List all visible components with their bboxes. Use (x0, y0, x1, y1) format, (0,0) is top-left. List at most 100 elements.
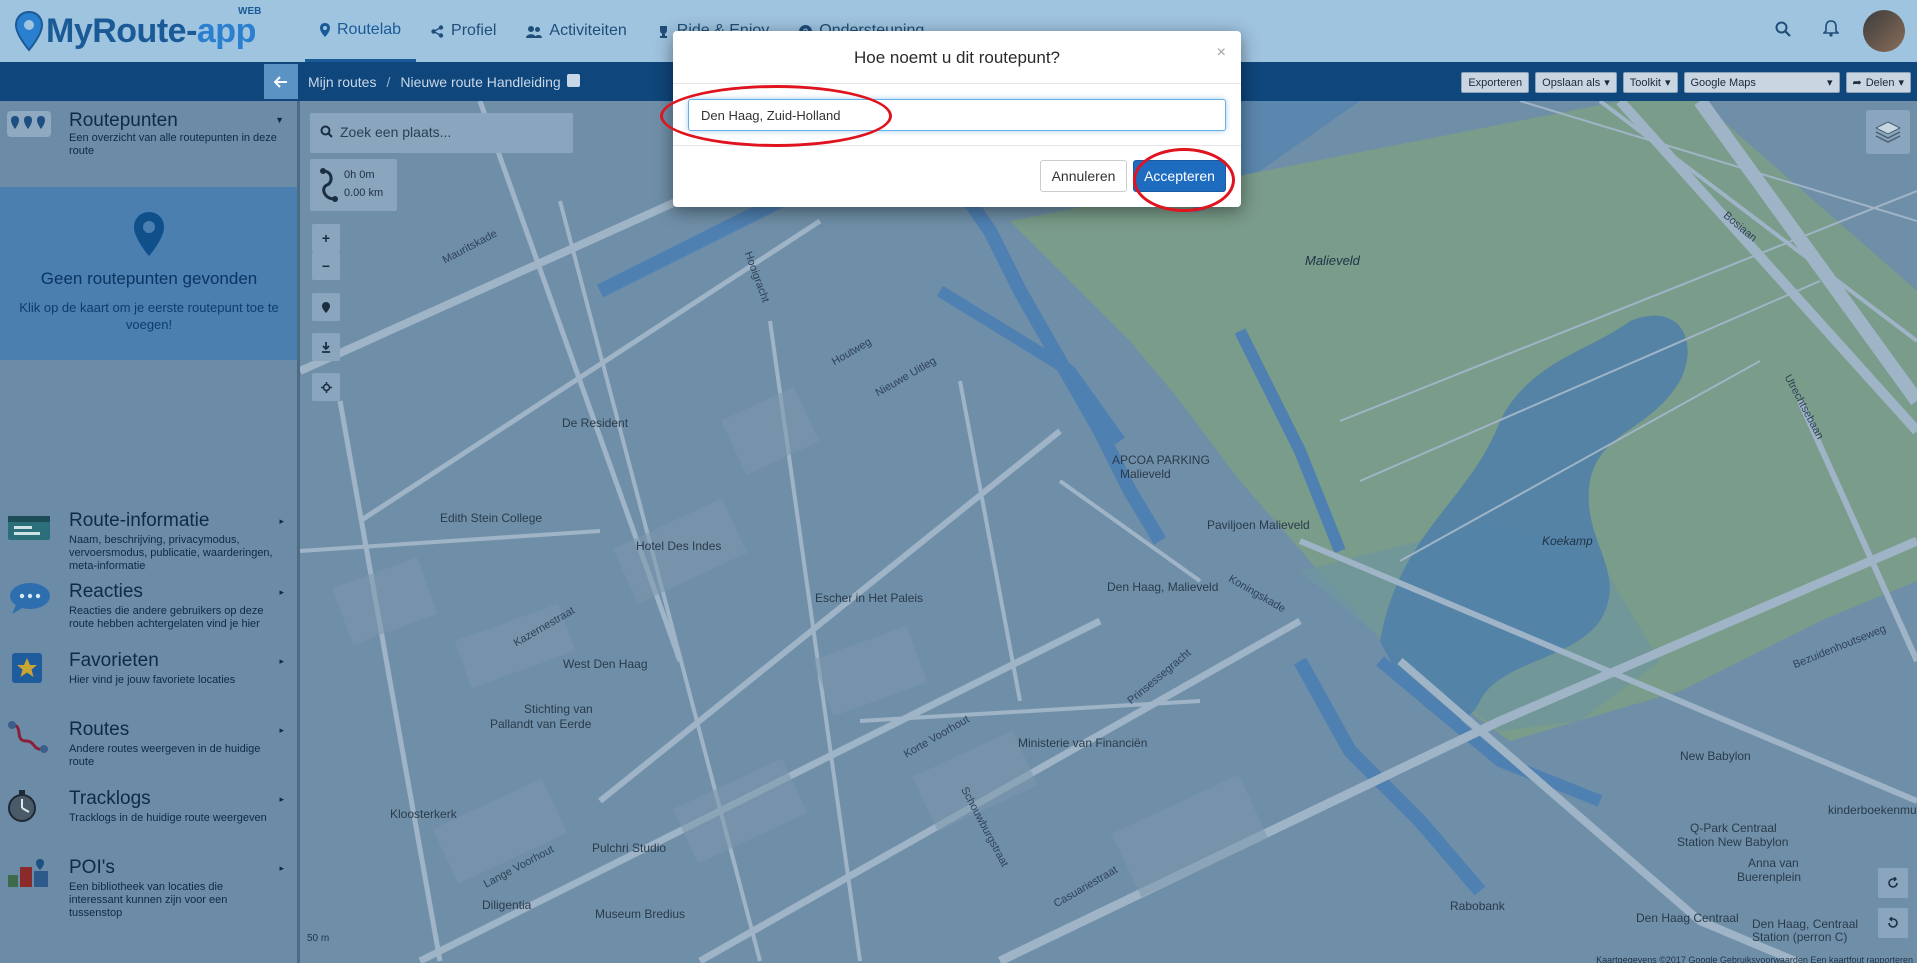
map-label: Station New Babylon (1677, 835, 1789, 849)
routepoint-name-input[interactable] (688, 99, 1226, 131)
undo-button[interactable] (1878, 908, 1908, 938)
crosshair-icon (320, 381, 332, 393)
sidebar-item-reacties[interactable]: Reacties Reacties die andere gebruikers … (0, 575, 298, 637)
save-as-dropdown[interactable]: Opslaan als ▾ (1535, 72, 1617, 93)
edit-icon[interactable] (566, 73, 580, 87)
speech-bubble-icon (10, 583, 50, 614)
search-icon[interactable] (1759, 21, 1807, 42)
nav-label: Profiel (451, 22, 497, 39)
nav-routelab[interactable]: Routelab (305, 0, 417, 62)
caret-down-icon: ▾ (1604, 77, 1610, 89)
zoom-in-button[interactable]: + (312, 224, 340, 252)
map-label: Paviljoen Malieveld (1207, 518, 1310, 532)
logo-pin-icon (14, 10, 44, 52)
refresh-icon (1888, 877, 1898, 888)
nav-profiel[interactable]: Profiel (416, 0, 511, 62)
map-label: Edith Stein College (440, 511, 543, 525)
chevron-right-icon: ▸ (279, 587, 284, 597)
share-label: Delen (1865, 76, 1895, 89)
map-label: New Babylon (1680, 749, 1751, 763)
map-label: kinderboekenmus (1828, 803, 1917, 817)
sidebar-item-routes[interactable]: Routes Andere routes weergeven in de hui… (0, 713, 298, 775)
chevron-right-icon: ▸ (279, 794, 284, 804)
empty-routepoints-panel: Geen routepunten gevonden Klik op de kaa… (0, 187, 298, 360)
routepoint-name-dialog: Hoe noemt u dit routepunt? × Annuleren A… (673, 31, 1241, 207)
stopwatch-icon (8, 790, 36, 822)
trophy-icon (659, 25, 667, 38)
close-icon[interactable]: × (1217, 44, 1226, 62)
map-label: Diligentia (482, 898, 532, 912)
map-label: Q-Park Centraal (1690, 821, 1777, 835)
share-dropdown[interactable]: ➦ Delen ▾ (1845, 72, 1911, 93)
my-location-button[interactable] (312, 293, 340, 321)
map-label: APCOA PARKING (1112, 453, 1210, 467)
sidebar-item-title: Routes (69, 719, 130, 740)
sidebar-item-title: Tracklogs (69, 788, 151, 809)
empty-desc: Klik op de kaart om je eerste routepunt … (19, 300, 279, 332)
map-canvas[interactable]: Malieveld De Resident APCOA PARKING Mali… (300, 101, 1917, 963)
map-layers-button[interactable] (1866, 110, 1910, 154)
map-label: Hotel Des Indes (636, 539, 722, 553)
toolbar-actions: Exporteren Opslaan als ▾ Toolkit ▾ Google … (1461, 72, 1911, 93)
avatar[interactable] (1863, 10, 1905, 52)
collapse-sidebar-button[interactable] (264, 64, 298, 99)
zoom-in-label: + (321, 230, 331, 246)
sidebar-item-desc: Andere routes weergeven in de huidige ro… (69, 743, 261, 768)
map-label: Museum Bredius (595, 907, 686, 921)
sidebar-item-desc: Hier vind je jouw favoriete locaties (69, 674, 236, 686)
sidebar-item-desc: Een overzicht van alle routepunten in de… (69, 132, 277, 157)
toolkit-label: Toolkit (1629, 76, 1661, 89)
save-as-label: Opslaan als (1542, 76, 1601, 89)
route-stats-icon (320, 168, 338, 202)
sidebar-item-routepoints[interactable]: Routepunten Een overzicht van alle route… (0, 101, 298, 187)
sidebar-item-title: Route-informatie (69, 510, 210, 531)
bell-icon[interactable] (1807, 20, 1855, 42)
map-label: Malieveld (1305, 253, 1360, 268)
dialog-title: Hoe noemt u dit routepunt? (853, 48, 1061, 67)
route-duration: 0h 0m (344, 169, 375, 181)
place-search-input[interactable] (340, 124, 560, 140)
zoom-out-button[interactable]: − (312, 252, 340, 280)
center-map-button[interactable] (312, 373, 340, 401)
accept-button[interactable]: Accepteren (1133, 160, 1226, 192)
caret-down-icon: ▾ (1664, 77, 1671, 89)
sidebar-item-route-info[interactable]: Route-informatie Naam, beschrijving, pri… (0, 504, 298, 572)
map-type-select[interactable]: Google Maps ▾ (1683, 72, 1840, 93)
map-label: West Den Haag (563, 657, 648, 671)
export-button[interactable]: Exporteren (1461, 72, 1530, 93)
sidebar-item-title: POI's (69, 857, 115, 878)
sidebar-item-pois[interactable]: POI's Een bibliotheek van locaties die i… (0, 851, 298, 919)
chevron-right-icon: ▸ (279, 725, 284, 735)
sidebar-item-title: Routepunten (69, 110, 178, 131)
chevron-right-icon: ▸ (279, 656, 284, 666)
nav-activiteiten[interactable]: Activiteiten (511, 0, 641, 62)
map-label: Escher in Het Paleis (815, 591, 924, 605)
sidebar: Routepunten Een overzicht van alle route… (0, 101, 298, 963)
sidebar-item-favorieten[interactable]: Favorieten Hier vind je jouw favoriete l… (0, 644, 298, 706)
map-search (310, 113, 573, 153)
map-label: Buerenplein (1737, 870, 1802, 884)
refresh-button[interactable] (1878, 868, 1908, 898)
toolkit-dropdown[interactable]: Toolkit ▾ (1622, 72, 1678, 93)
map-marker-icon (320, 22, 330, 37)
map-base (300, 101, 1917, 963)
route-distance: 0.00 km (344, 187, 384, 199)
app-logo[interactable]: MyRoute-app (14, 8, 256, 54)
star-icon (12, 653, 42, 683)
map-label: Pulchri Studio (592, 841, 667, 855)
breadcrumb-root[interactable]: Mijn routes (308, 74, 376, 90)
map-label: Stichting van (524, 702, 593, 716)
map-label: Ministerie van Financiën (1018, 736, 1148, 750)
download-button[interactable] (312, 333, 340, 361)
zoom-out-label: − (321, 258, 331, 274)
cancel-button[interactable]: Annuleren (1040, 160, 1127, 192)
sidebar-item-desc: Tracklogs in de huidige route weergeven (69, 812, 267, 824)
undo-icon (1888, 917, 1898, 928)
sidebar-item-tracklogs[interactable]: Tracklogs Tracklogs in de huidige route … (0, 782, 298, 844)
map-label: De Resident (562, 416, 629, 430)
sidebar-item-desc: Een bibliotheek van locaties die interes… (69, 881, 228, 919)
layers-icon (1874, 121, 1902, 143)
sidebar-item-desc: Naam, beschrijving, privacymodus, vervoe… (69, 534, 273, 572)
route-icon (8, 721, 48, 753)
map-copyright[interactable]: Kaartgegevens ©2017 Google Gebruiksvoorw… (1596, 955, 1913, 963)
